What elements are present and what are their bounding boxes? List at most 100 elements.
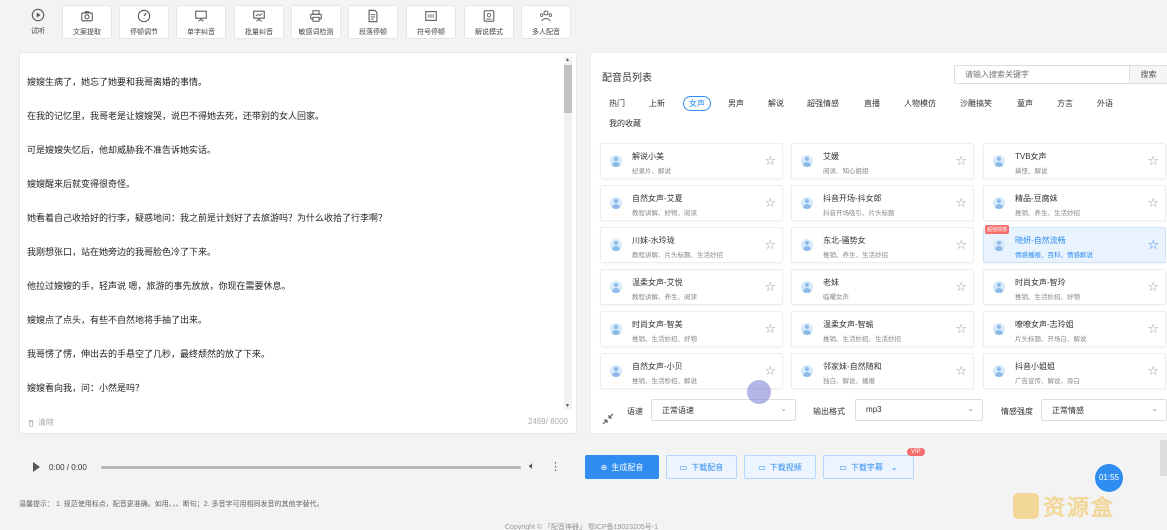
category-tab[interactable]: 上新 — [649, 98, 665, 109]
tool-sensitive-check[interactable]: 敏感词检测 — [291, 5, 341, 39]
tool-paragraph-pause[interactable]: 段落停顿 — [348, 5, 398, 39]
category-tab[interactable]: 超强情感 — [807, 98, 839, 109]
category-tab[interactable]: 男声 — [728, 98, 744, 109]
star-icon[interactable]: ☆ — [1147, 280, 1159, 293]
voice-card-selected[interactable]: 超强情感 晓妍-自然流畅 情感播报、百科、情感解说 ☆ — [983, 225, 1166, 263]
voice-card[interactable]: 邻家妹-自然随和 独白、解说、播报 ☆ — [791, 353, 974, 389]
star-icon[interactable]: ☆ — [955, 196, 967, 209]
collapse-icon[interactable] — [602, 413, 614, 425]
category-tab[interactable]: 方言 — [1057, 98, 1073, 109]
volume-icon[interactable]: 🔈︎ — [529, 461, 535, 472]
voice-card[interactable]: 东北-骚势女 推销、养生、生活妙招 ☆ — [791, 227, 974, 263]
voice-name: 精品-豆腐妹 — [1015, 194, 1058, 203]
star-icon[interactable]: ☆ — [764, 238, 776, 251]
voice-card[interactable]: 时尚女声-智美 推销、生活妙招、好物 ☆ — [600, 311, 783, 347]
editor-scrollbar[interactable]: ▲ ▼ — [564, 57, 572, 409]
voice-tags: 推销、生活妙招、好物 — [632, 336, 697, 343]
tool-single-pronounce[interactable]: 单字纠音 — [176, 5, 226, 39]
scroll-up-icon[interactable]: ▲ — [565, 57, 570, 63]
chevron-down-icon: ⌄ — [967, 404, 974, 413]
star-icon[interactable]: ☆ — [1147, 364, 1159, 377]
category-tab[interactable]: 直播 — [864, 98, 880, 109]
document-icon — [368, 9, 378, 23]
voice-name: 温柔女声-艾悦 — [632, 278, 683, 287]
star-icon[interactable]: ☆ — [955, 238, 967, 251]
star-icon[interactable]: ☆ — [955, 280, 967, 293]
voice-name: 抖音小姐姐 — [1015, 362, 1055, 371]
voice-tags: 纪录片、解说 — [632, 168, 671, 175]
tool-label: 文案提取 — [73, 29, 101, 36]
voice-card[interactable]: 嘹嘹女声-志玲姐 片头标题、开场白、解说 ☆ — [983, 311, 1166, 347]
star-icon[interactable]: ☆ — [764, 364, 776, 377]
tool-preview[interactable]: 试听 — [18, 5, 58, 39]
app-root: 试听 文案提取 停顿调节 单字纠音 批量纠音 敏感词检测 段落停顿 符号停顿 解… — [0, 0, 1167, 530]
voice-card[interactable]: 温柔女声-艾悦 教程讲解、养生、阅读 ☆ — [600, 269, 783, 305]
tool-multi-voice[interactable]: 多人配音 — [521, 5, 571, 39]
voice-card[interactable]: 解说小美 纪录片、解说 ☆ — [600, 143, 783, 179]
clear-label: 清除 — [38, 418, 54, 427]
scroll-down-icon[interactable]: ▼ — [565, 403, 570, 409]
format-select[interactable]: mp3 ⌄ — [855, 399, 983, 421]
tool-symbol-pause[interactable]: 符号停顿 — [406, 5, 456, 39]
side-handle[interactable] — [1160, 440, 1167, 476]
star-icon[interactable]: ☆ — [955, 154, 967, 167]
category-tab[interactable]: 沙雕搞笑 — [960, 98, 992, 109]
star-icon[interactable]: ☆ — [1147, 154, 1159, 167]
tool-label: 多人配音 — [532, 29, 560, 36]
gauge-icon — [137, 9, 151, 23]
play-icon[interactable] — [33, 462, 40, 472]
tool-pause-adjust[interactable]: 停顿调节 — [119, 5, 169, 39]
voice-card[interactable]: 老妹 临曜女声 ☆ — [791, 269, 974, 305]
category-tab[interactable]: 我的收藏 — [609, 118, 641, 129]
category-tab[interactable]: 外语 — [1097, 98, 1113, 109]
subtitle-icon: ▭ — [839, 462, 847, 472]
voice-search-input[interactable] — [954, 65, 1130, 84]
category-tab[interactable]: 童声 — [1017, 98, 1033, 109]
tool-narration-mode[interactable]: 解说模式 — [464, 5, 514, 39]
category-tab[interactable]: 热门 — [609, 98, 625, 109]
star-icon[interactable]: ☆ — [764, 196, 776, 209]
format-value: mp3 — [866, 405, 882, 414]
star-icon[interactable]: ☆ — [955, 322, 967, 335]
category-tab[interactable]: 人物模仿 — [904, 98, 936, 109]
audio-progress[interactable] — [101, 466, 521, 469]
star-icon[interactable]: ☆ — [764, 280, 776, 293]
watermark: 资源盒 — [1013, 486, 1163, 526]
star-icon[interactable]: ☆ — [1147, 238, 1159, 251]
voice-card[interactable]: 温柔女声-智瑜 推销、生活妙招、生活妙招 ☆ — [791, 311, 974, 347]
star-icon[interactable]: ☆ — [1147, 322, 1159, 335]
voice-card[interactable]: 抖音开场-抖女郎 抖音开场吸引、片头标题 ☆ — [791, 185, 974, 221]
avatar — [801, 323, 813, 335]
scrollbar-thumb[interactable] — [564, 65, 572, 113]
clear-button[interactable]: 清除 — [27, 417, 54, 428]
star-icon[interactable]: ☆ — [764, 322, 776, 335]
voice-card[interactable]: 精品-豆腐妹 推销、养生、生活妙招 ☆ — [983, 185, 1166, 221]
tool-batch-pronounce[interactable]: 批量纠音 — [234, 5, 284, 39]
voice-card[interactable]: TVB女声 搞怪、解说 ☆ — [983, 143, 1166, 179]
download-subtitle-button[interactable]: ▭ 下载字幕 ⌄ — [823, 455, 914, 479]
search-button[interactable]: 搜索 — [1130, 65, 1167, 84]
presentation-icon — [253, 10, 265, 22]
voice-card[interactable]: 时尚女声-智玲 推销、生活妙招、好物 ☆ — [983, 269, 1166, 305]
category-tab[interactable]: 解说 — [768, 98, 784, 109]
voice-card[interactable]: 抖音小姐姐 广告宣传、解说、旁白 ☆ — [983, 353, 1166, 389]
emotion-select[interactable]: 正常情感 ⌄ — [1041, 399, 1167, 421]
avatar — [801, 281, 813, 293]
speed-select[interactable]: 正常语速 ⌄ — [651, 399, 796, 421]
watermark-logo-icon — [1013, 493, 1039, 519]
voice-card[interactable]: 川妹-水玲珑 教程讲解、片头标题、生活妙招 ☆ — [600, 227, 783, 263]
tool-text-extract[interactable]: 文案提取 — [62, 5, 112, 39]
more-options-icon[interactable]: ⋮ — [550, 460, 561, 473]
download-audio-button[interactable]: ▭ 下载配音 — [666, 455, 737, 479]
star-icon[interactable]: ☆ — [1147, 196, 1159, 209]
avatar — [610, 365, 622, 377]
download-video-button[interactable]: ▭ 下载视频 — [744, 455, 816, 479]
category-tab-active[interactable]: 女声 — [683, 96, 711, 111]
avatar — [610, 323, 622, 335]
star-icon[interactable]: ☆ — [764, 154, 776, 167]
star-icon[interactable]: ☆ — [955, 364, 967, 377]
generate-button[interactable]: ⊕ 生成配音 — [585, 455, 659, 479]
voice-card[interactable]: 自然女声-艾夏 教程讲解、好物、阅读 ☆ — [600, 185, 783, 221]
voice-card[interactable]: 艾媛 阅读、知心姐姐 ☆ — [791, 143, 974, 179]
text-editor[interactable]: 嫂嫂生病了，她忘了她要和我哥离婚的事情。 在我的记忆里，我哥老是让嫂嫂哭，说巴不… — [19, 52, 577, 434]
